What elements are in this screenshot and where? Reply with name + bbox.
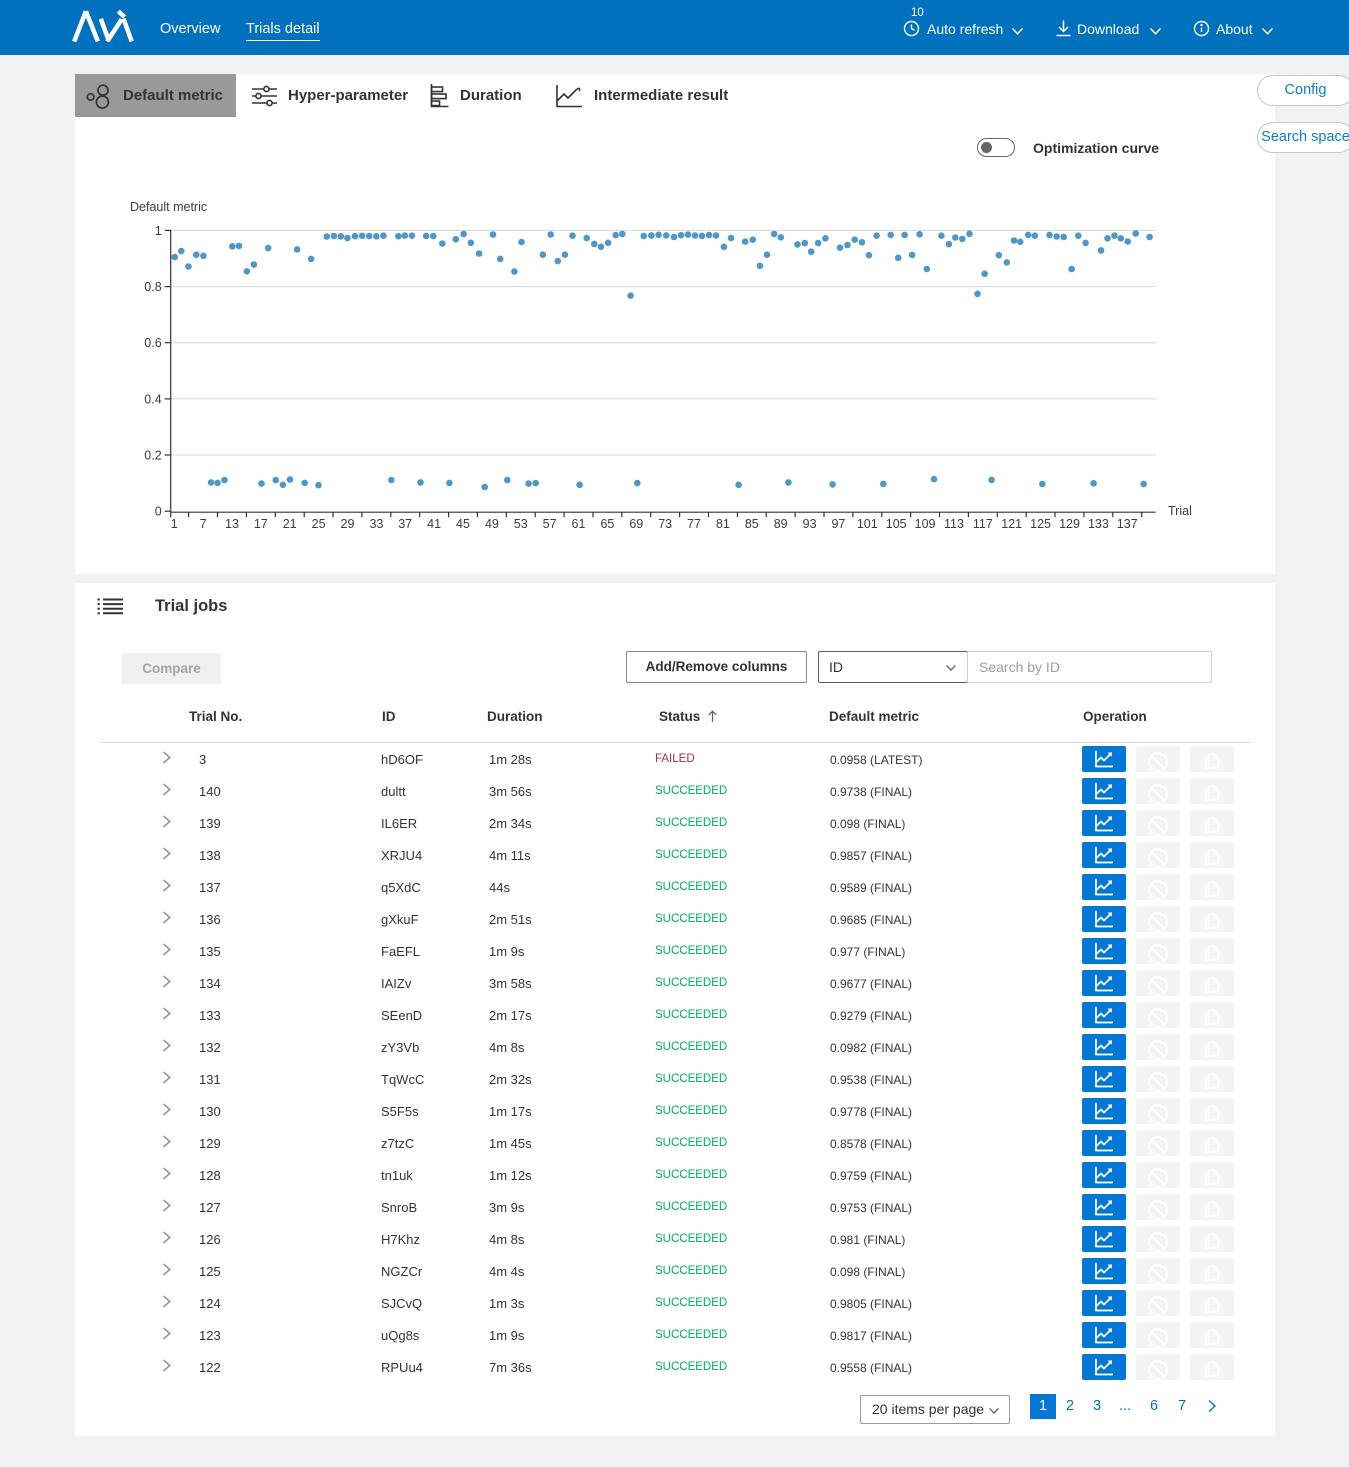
svg-text:0: 0	[155, 505, 162, 519]
svg-text:53: 53	[514, 517, 528, 531]
svg-text:125: 125	[1030, 517, 1051, 531]
svg-text:0.6: 0.6	[144, 336, 161, 350]
svg-text:105: 105	[886, 517, 907, 531]
svg-text:81: 81	[716, 517, 730, 531]
svg-text:Default metric: Default metric	[130, 200, 207, 214]
svg-text:41: 41	[427, 517, 441, 531]
svg-text:97: 97	[831, 517, 845, 531]
svg-text:29: 29	[341, 517, 355, 531]
svg-text:21: 21	[283, 517, 297, 531]
svg-text:13: 13	[225, 517, 239, 531]
svg-text:69: 69	[629, 517, 643, 531]
svg-text:109: 109	[915, 517, 936, 531]
svg-text:89: 89	[774, 517, 788, 531]
svg-text:65: 65	[600, 517, 614, 531]
svg-text:61: 61	[572, 517, 586, 531]
svg-text:113: 113	[944, 517, 964, 531]
svg-text:37: 37	[398, 517, 412, 531]
svg-text:49: 49	[485, 517, 499, 531]
svg-text:57: 57	[543, 517, 557, 531]
svg-text:93: 93	[803, 517, 817, 531]
svg-text:85: 85	[745, 517, 759, 531]
svg-text:25: 25	[312, 517, 326, 531]
svg-text:137: 137	[1117, 517, 1138, 531]
svg-text:129: 129	[1059, 517, 1080, 531]
svg-text:73: 73	[658, 517, 672, 531]
svg-text:133: 133	[1088, 517, 1109, 531]
svg-text:7: 7	[200, 517, 207, 531]
svg-text:Trial: Trial	[1168, 504, 1192, 518]
svg-text:0.2: 0.2	[144, 449, 161, 463]
svg-text:101: 101	[857, 517, 878, 531]
svg-text:17: 17	[254, 517, 268, 531]
svg-text:0.8: 0.8	[144, 280, 161, 294]
svg-text:0.4: 0.4	[144, 392, 161, 406]
svg-text:77: 77	[687, 517, 701, 531]
svg-text:117: 117	[973, 517, 993, 531]
svg-text:45: 45	[456, 517, 470, 531]
svg-text:121: 121	[1001, 517, 1022, 531]
svg-text:33: 33	[369, 517, 383, 531]
svg-text:1: 1	[155, 224, 162, 238]
svg-text:1: 1	[171, 517, 178, 531]
